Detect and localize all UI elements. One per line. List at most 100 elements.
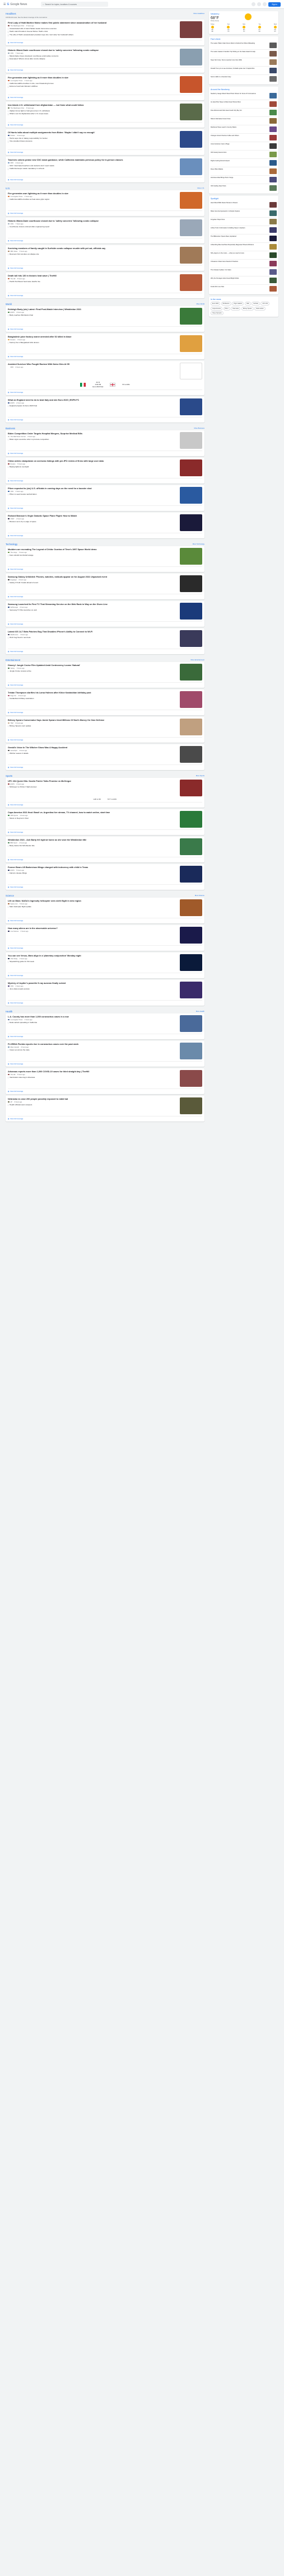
story-headline[interactable]: Teachers unions praise new CDC mask guid…: [8, 159, 178, 162]
related-headline[interactable]: The wife of Haiti's assassinated preside…: [10, 34, 178, 36]
story-thumbnail[interactable]: [180, 363, 202, 379]
local-news-item[interactable]: Pete Warrenmark Park Heat Could Only Buy…: [211, 109, 277, 117]
related-headline[interactable]: Biden signs executive order to promote c…: [10, 438, 178, 441]
related-headline[interactable]: Rescuers find cat alive at collapse site: [10, 253, 178, 256]
story-headline[interactable]: First Lady of Haiti Martine Moïse makes …: [8, 22, 178, 25]
full-coverage-link[interactable]: ▦ View Full Coverage: [8, 177, 202, 181]
full-coverage-link[interactable]: ▦ View Full Coverage: [8, 829, 202, 833]
topic-chip[interactable]: Surfside: [252, 302, 260, 306]
full-coverage-link[interactable]: ▦ View Full Coverage: [8, 67, 202, 71]
full-coverage-link[interactable]: ▦ View Full Coverage: [8, 682, 202, 686]
related-headline[interactable]: Vaccination rates lag in Arkansas: [10, 1076, 178, 1079]
story-headline[interactable]: You can see Venus, Mars align in a 'plan…: [8, 955, 178, 958]
source-name[interactable]: The Hill: [11, 278, 16, 280]
full-coverage-link[interactable]: ▦ View Full Coverage: [8, 451, 202, 454]
source-name[interactable]: NBC News: [11, 251, 18, 252]
story-headline[interactable]: Modders are recreating The Legend of Zel…: [8, 548, 178, 551]
story-thumbnail[interactable]: [180, 838, 202, 855]
section-title[interactable]: U.S.: [6, 187, 10, 190]
story-headline[interactable]: Historic Miami-Dade courthouse closed du…: [8, 220, 178, 223]
full-coverage-link[interactable]: ▦ View Full Coverage: [8, 764, 202, 768]
related-headline[interactable]: Falcons release Mingo: [10, 872, 178, 875]
source-name[interactable]: 9to5Google: [11, 607, 18, 608]
section-title[interactable]: Technology: [6, 543, 17, 546]
related-headline[interactable]: Barty reaches Wimbledon final: [10, 314, 178, 317]
source-name[interactable]: The Wall Street Journal: [11, 436, 26, 438]
story-thumbnail[interactable]: [180, 780, 202, 796]
story-thumbnail[interactable]: [180, 21, 202, 38]
story-headline[interactable]: Disney+ Jungle Cruise Film Updated Amid …: [8, 664, 178, 667]
section-title[interactable]: Science: [6, 894, 14, 897]
full-coverage-link[interactable]: ▦ View Full Coverage: [8, 1061, 202, 1065]
source-name[interactable]: ESPN: [11, 783, 15, 785]
spotlight-item-thumbnail[interactable]: [269, 210, 277, 216]
section-title[interactable]: Sports: [6, 775, 12, 777]
related-headline[interactable]: Beijing tightens oversight: [10, 466, 178, 468]
full-coverage-link[interactable]: ▦ View Full Coverage: [8, 417, 202, 421]
source-name[interactable]: The Washington Post: [11, 25, 25, 27]
full-coverage-link[interactable]: ▦ View Full Coverage: [8, 293, 202, 297]
related-headline[interactable]: Health officials warn campers: [10, 1104, 178, 1106]
story-thumbnail[interactable]: [180, 487, 202, 504]
local-news-item-thumbnail[interactable]: [269, 160, 277, 166]
fact-check-item[interactable]: Donald Trump Is to see Annicane, Kimball…: [211, 67, 277, 75]
story-headline[interactable]: Assisted Survivor Who Fought Racism With…: [8, 363, 178, 366]
local-news-item[interactable]: Changes Grand Cherries Coffee and Others: [211, 134, 277, 142]
source-name[interactable]: NPR: [11, 367, 13, 368]
story-headline[interactable]: Pfizer expected to (sic) U.S. officials …: [8, 487, 178, 490]
spotlight-item[interactable]: Chinatown Chairs Fans Stands Of Fashion: [211, 260, 277, 268]
spotlight-item-thumbnail[interactable]: [269, 252, 277, 258]
fact-check-item-headline[interactable]: Donald Trump Is to see Annicane, Kimball…: [211, 68, 268, 73]
story-thumbnail[interactable]: [180, 630, 202, 647]
spotlight-item-headline[interactable]: The Billionaires' Space Race, Explained: [211, 236, 268, 241]
story-thumbnail[interactable]: [180, 603, 202, 620]
related-headline[interactable]: McGregor vs Poirier 3 fight preview: [10, 786, 178, 789]
full-coverage-link[interactable]: ▦ View Full Coverage: [8, 478, 202, 482]
spotlight-item[interactable]: Foods We Love Now: [211, 285, 277, 293]
story-headline[interactable]: UFC 264 Quick Hits: Dustin Poirier Talks…: [8, 780, 178, 783]
full-coverage-link[interactable]: ▦ View Full Coverage: [8, 884, 202, 888]
full-coverage-link[interactable]: ▦ View Full Coverage: [8, 945, 202, 949]
related-headline[interactable]: England prepare for Euro 2020 final: [10, 405, 178, 407]
source-name[interactable]: The Washington Post: [11, 107, 25, 109]
topic-chip[interactable]: UFC 264: [260, 302, 270, 306]
topic-chip[interactable]: Euro 2020: [211, 302, 221, 306]
source-name[interactable]: USA Today: [11, 958, 18, 960]
source-name[interactable]: ESPN: [11, 870, 15, 871]
spotlight-item-headline[interactable]: A Rise Trail of Information Unfolding St…: [211, 227, 268, 233]
story-headline[interactable]: Nebraska vs case 200 people possibly exp…: [8, 1098, 178, 1101]
local-news-item-thumbnail[interactable]: [269, 126, 277, 132]
help-icon[interactable]: [252, 2, 256, 6]
source-name[interactable]: ESPN: [11, 312, 15, 313]
source-name[interactable]: MacRumors: [11, 634, 18, 636]
score-item[interactable]: NYY vs HOU: [108, 798, 117, 800]
full-coverage-link[interactable]: ▦ View Full Coverage: [8, 802, 202, 806]
local-news-item-headline[interactable]: Newberry Gauge Mixed Sheet Photo Shown O…: [211, 93, 268, 98]
source-name[interactable]: Los Angeles Times: [11, 1019, 23, 1021]
local-news-item-headline[interactable]: Old Greedy lessons fans: [211, 152, 268, 157]
story-thumbnail[interactable]: [180, 982, 202, 998]
story-headline[interactable]: Surviving members of family caught in Su…: [8, 247, 178, 250]
covid-note-link[interactable]: COVID-19 news: See the latest coverage o…: [6, 16, 204, 18]
section-more-link[interactable]: More Headlines: [193, 12, 204, 15]
story-headline[interactable]: Britney Spears Conservator Says Jamie Sp…: [8, 719, 178, 722]
full-coverage-link[interactable]: ▦ View Full Coverage: [8, 265, 202, 269]
section-more-link[interactable]: More Science: [195, 894, 204, 897]
related-headline[interactable]: Samsung TV Plus launches on web: [10, 609, 178, 612]
related-headline[interactable]: Vice president faces pressure: [10, 140, 178, 143]
local-news-item-thumbnail[interactable]: [269, 185, 277, 191]
story-headline[interactable]: China orders clampdown on overseas listi…: [8, 460, 178, 463]
scores-row[interactable]: LAD vs SF NYY vs HOU: [8, 798, 202, 800]
full-coverage-link[interactable]: ▦ View Full Coverage: [8, 149, 202, 153]
full-coverage-link[interactable]: ▦ View Full Coverage: [8, 649, 202, 653]
local-news-item-thumbnail[interactable]: [269, 118, 277, 124]
story-thumbnail[interactable]: [180, 219, 202, 236]
related-headline[interactable]: Skywatching guide for this week: [10, 960, 178, 963]
local-news-item-thumbnail[interactable]: [269, 93, 277, 98]
related-headline[interactable]: Jungle Cruise reviews arrive: [10, 670, 178, 673]
source-name[interactable]: CBS Sports: [11, 815, 18, 817]
full-coverage-link[interactable]: ▦ View Full Coverage: [8, 95, 202, 98]
source-name[interactable]: TMZ: [11, 722, 13, 724]
story-thumbnail[interactable]: [180, 719, 202, 735]
story-headline[interactable]: Tristan Thompson clarifies his Larsa Hol…: [8, 692, 178, 695]
